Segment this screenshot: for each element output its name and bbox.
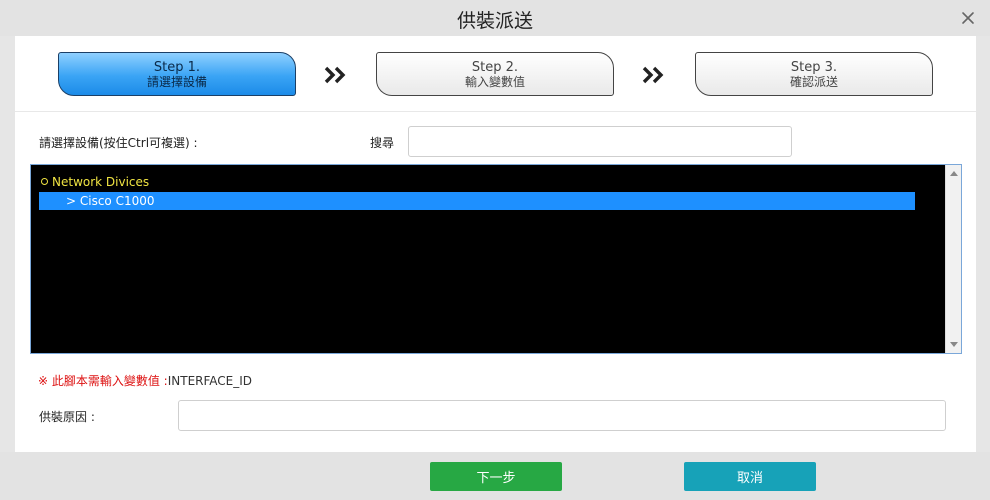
tree-root-label: Network Divices: [52, 175, 150, 189]
dialog-footer: 下一步 取消: [0, 452, 990, 500]
step-2-label: 輸入變數值: [464, 75, 525, 89]
step-3-number: Step 3.: [790, 60, 838, 75]
close-icon[interactable]: [960, 10, 976, 26]
variable-warning: ※ 此腳本需輸入變數值 :: [38, 374, 168, 388]
next-step-button[interactable]: 下一步: [430, 462, 562, 491]
variable-notice: ※ 此腳本需輸入變數值 :INTERFACE_ID: [38, 372, 252, 389]
reason-label: 供裝原因 :: [39, 410, 95, 424]
provision-dialog: 供裝派送 Step 1. 請選擇設備 Step 2. 輸入變數值 Step 3.…: [0, 0, 990, 500]
dialog-titlebar: 供裝派送: [0, 0, 990, 36]
scroll-up-icon[interactable]: [950, 171, 958, 176]
double-chevron-right-icon: [324, 66, 348, 84]
cancel-button[interactable]: 取消: [684, 462, 816, 491]
double-chevron-right-icon: [642, 66, 666, 84]
step-wizard: Step 1. 請選擇設備 Step 2. 輸入變數值 Step 3. 確認派送: [15, 36, 976, 112]
step-2-number: Step 2.: [471, 60, 519, 75]
tree-root-network-devices[interactable]: Network Divices: [41, 175, 149, 189]
select-device-label: 請選擇設備(按住Ctrl可複選) :: [39, 136, 198, 150]
dialog-title: 供裝派送: [456, 10, 533, 32]
step-1-label: 請選擇設備: [146, 75, 207, 89]
tree-item-cisco-c1000[interactable]: > Cisco C1000: [39, 192, 915, 210]
search-input[interactable]: [408, 126, 792, 157]
step-1-tab[interactable]: Step 1. 請選擇設備: [58, 52, 296, 96]
search-label: 搜尋: [370, 136, 395, 150]
step-2-tab[interactable]: Step 2. 輸入變數值: [376, 52, 614, 96]
step-3-label: 確認派送: [789, 75, 838, 89]
tree-node-icon: [41, 178, 48, 185]
scroll-down-icon[interactable]: [950, 342, 958, 347]
variable-name: INTERFACE_ID: [167, 374, 253, 388]
tree-scrollbar[interactable]: [945, 165, 961, 353]
step-1-number: Step 1.: [153, 60, 201, 75]
device-tree[interactable]: Network Divices > Cisco C1000: [30, 164, 962, 354]
step-3-tab[interactable]: Step 3. 確認派送: [695, 52, 933, 96]
reason-input[interactable]: [178, 400, 946, 431]
dialog-content: Step 1. 請選擇設備 Step 2. 輸入變數值 Step 3. 確認派送…: [15, 36, 976, 452]
